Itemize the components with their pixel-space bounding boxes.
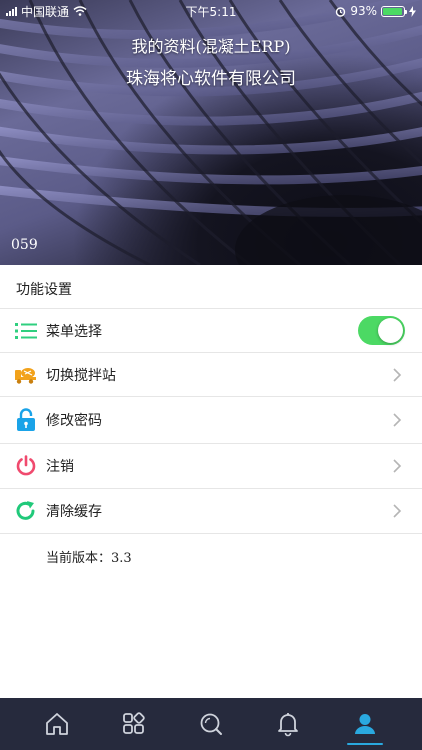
lock-icon xyxy=(15,408,37,431)
status-bar: 中国联通 下午5:11 93% xyxy=(0,0,422,22)
status-time: 下午5:11 xyxy=(185,4,237,19)
bell-icon xyxy=(278,713,299,737)
refresh-icon xyxy=(15,500,37,522)
chevron-right-icon xyxy=(393,459,402,473)
switch-station-label: 切换搅拌站 xyxy=(46,367,116,384)
power-icon xyxy=(15,455,37,477)
divider xyxy=(0,533,422,534)
list-icon xyxy=(15,320,37,342)
clear-cache-label: 清除缓存 xyxy=(46,504,102,520)
tab-apps[interactable] xyxy=(112,702,156,746)
change-password-row[interactable]: 修改密码 xyxy=(0,397,422,443)
active-tab-indicator xyxy=(347,743,384,745)
user-code: 059 xyxy=(11,237,38,253)
apps-grid-icon xyxy=(122,712,145,734)
section-title: 功能设置 xyxy=(16,282,72,298)
chevron-right-icon xyxy=(393,367,402,382)
version-label: 当前版本： xyxy=(46,551,112,566)
profile-title: 我的资料(混凝土ERP) xyxy=(131,37,291,56)
change-password-label: 修改密码 xyxy=(46,413,102,429)
battery-icon xyxy=(381,5,407,17)
logout-label: 注销 xyxy=(46,459,74,475)
tab-home[interactable] xyxy=(35,702,79,746)
menu-select-row: 菜单选择 xyxy=(0,309,422,352)
chevron-right-icon xyxy=(393,413,402,427)
bottom-tab-bar xyxy=(0,698,422,750)
menu-select-label: 菜单选择 xyxy=(46,323,102,340)
mixer-truck-icon xyxy=(15,364,37,386)
version-value: 3.3 xyxy=(111,551,132,566)
home-icon xyxy=(45,713,68,735)
switch-station-row[interactable]: 切换搅拌站 xyxy=(0,353,422,396)
tab-profile[interactable] xyxy=(343,702,387,746)
search-icon xyxy=(200,713,222,735)
profile-header: 中国联通 下午5:11 93% 我的资料(混凝土ERP) 珠海将心软件有限公司 … xyxy=(0,0,422,265)
user-icon xyxy=(355,714,376,734)
tab-search[interactable] xyxy=(189,702,233,746)
menu-select-toggle[interactable] xyxy=(358,316,405,345)
version-info: 当前版本：3.3 xyxy=(46,547,132,566)
clear-cache-row[interactable]: 清除缓存 xyxy=(0,489,422,533)
company-name: 珠海将心软件有限公司 xyxy=(126,69,296,89)
chevron-right-icon xyxy=(393,504,402,518)
logout-row[interactable]: 注销 xyxy=(0,444,422,488)
tab-notifications[interactable] xyxy=(266,702,310,746)
